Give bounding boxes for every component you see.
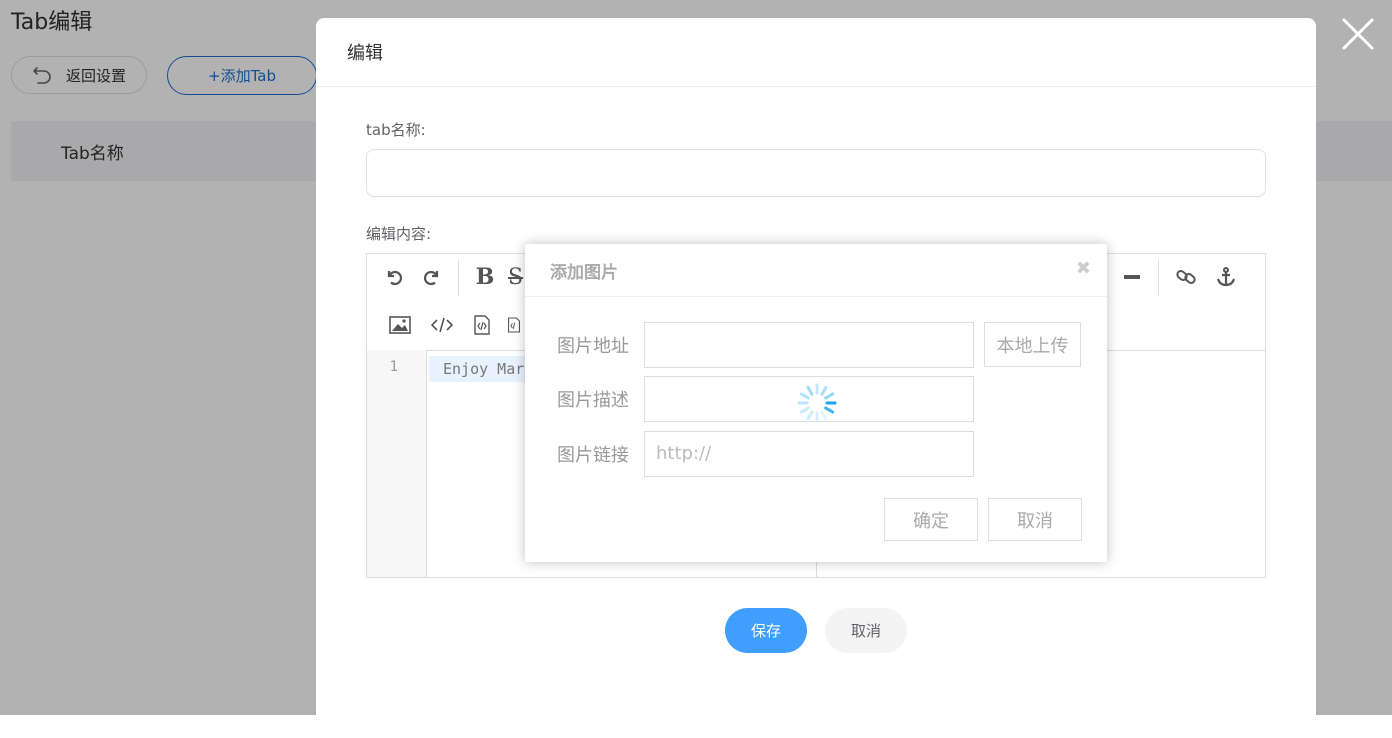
cancel-button[interactable]: 取消 [825,608,907,653]
add-image-title: 添加图片 [525,244,1107,297]
close-icon[interactable]: ✖ [1076,258,1091,279]
line-number-gutter: 1 [367,350,427,577]
hr-icon[interactable] [1119,264,1145,290]
add-image-dialog: 添加图片 ✖ 图片地址 本地上传 图片描述 图片链接 http:// 确定 取消 [525,244,1107,562]
tab-name-input[interactable] [366,149,1266,197]
dialog-title: 编辑 [316,18,1316,87]
save-button[interactable]: 保存 [725,608,807,653]
toolbar-divider [458,260,459,296]
preformatted-icon[interactable] [507,312,521,338]
image-cancel-button[interactable]: 取消 [988,498,1082,541]
confirm-button[interactable]: 确定 [884,498,978,541]
image-url-label: 图片地址 [557,336,629,357]
image-desc-label: 图片描述 [557,390,629,411]
code-icon[interactable] [429,312,455,338]
image-url-input[interactable] [644,322,974,368]
toolbar-divider [1158,260,1159,296]
local-upload-button[interactable]: 本地上传 [984,322,1081,367]
code-block-icon[interactable] [469,312,495,338]
image-link-input[interactable]: http:// [644,431,974,477]
bold-icon[interactable]: B [472,264,498,290]
undo-icon[interactable] [381,264,407,290]
link-icon[interactable] [1173,264,1199,290]
loading-spinner-icon [797,383,837,423]
anchor-icon[interactable] [1213,264,1239,290]
tab-name-label: tab名称: [366,121,426,139]
code-line[interactable]: Enjoy Mar [429,356,539,382]
content-label: 编辑内容: [366,225,432,243]
image-icon[interactable] [387,312,413,338]
line-number: 1 [389,359,398,375]
image-link-label: 图片链接 [557,445,629,466]
redo-icon[interactable] [419,264,445,290]
close-icon[interactable] [1340,16,1376,52]
